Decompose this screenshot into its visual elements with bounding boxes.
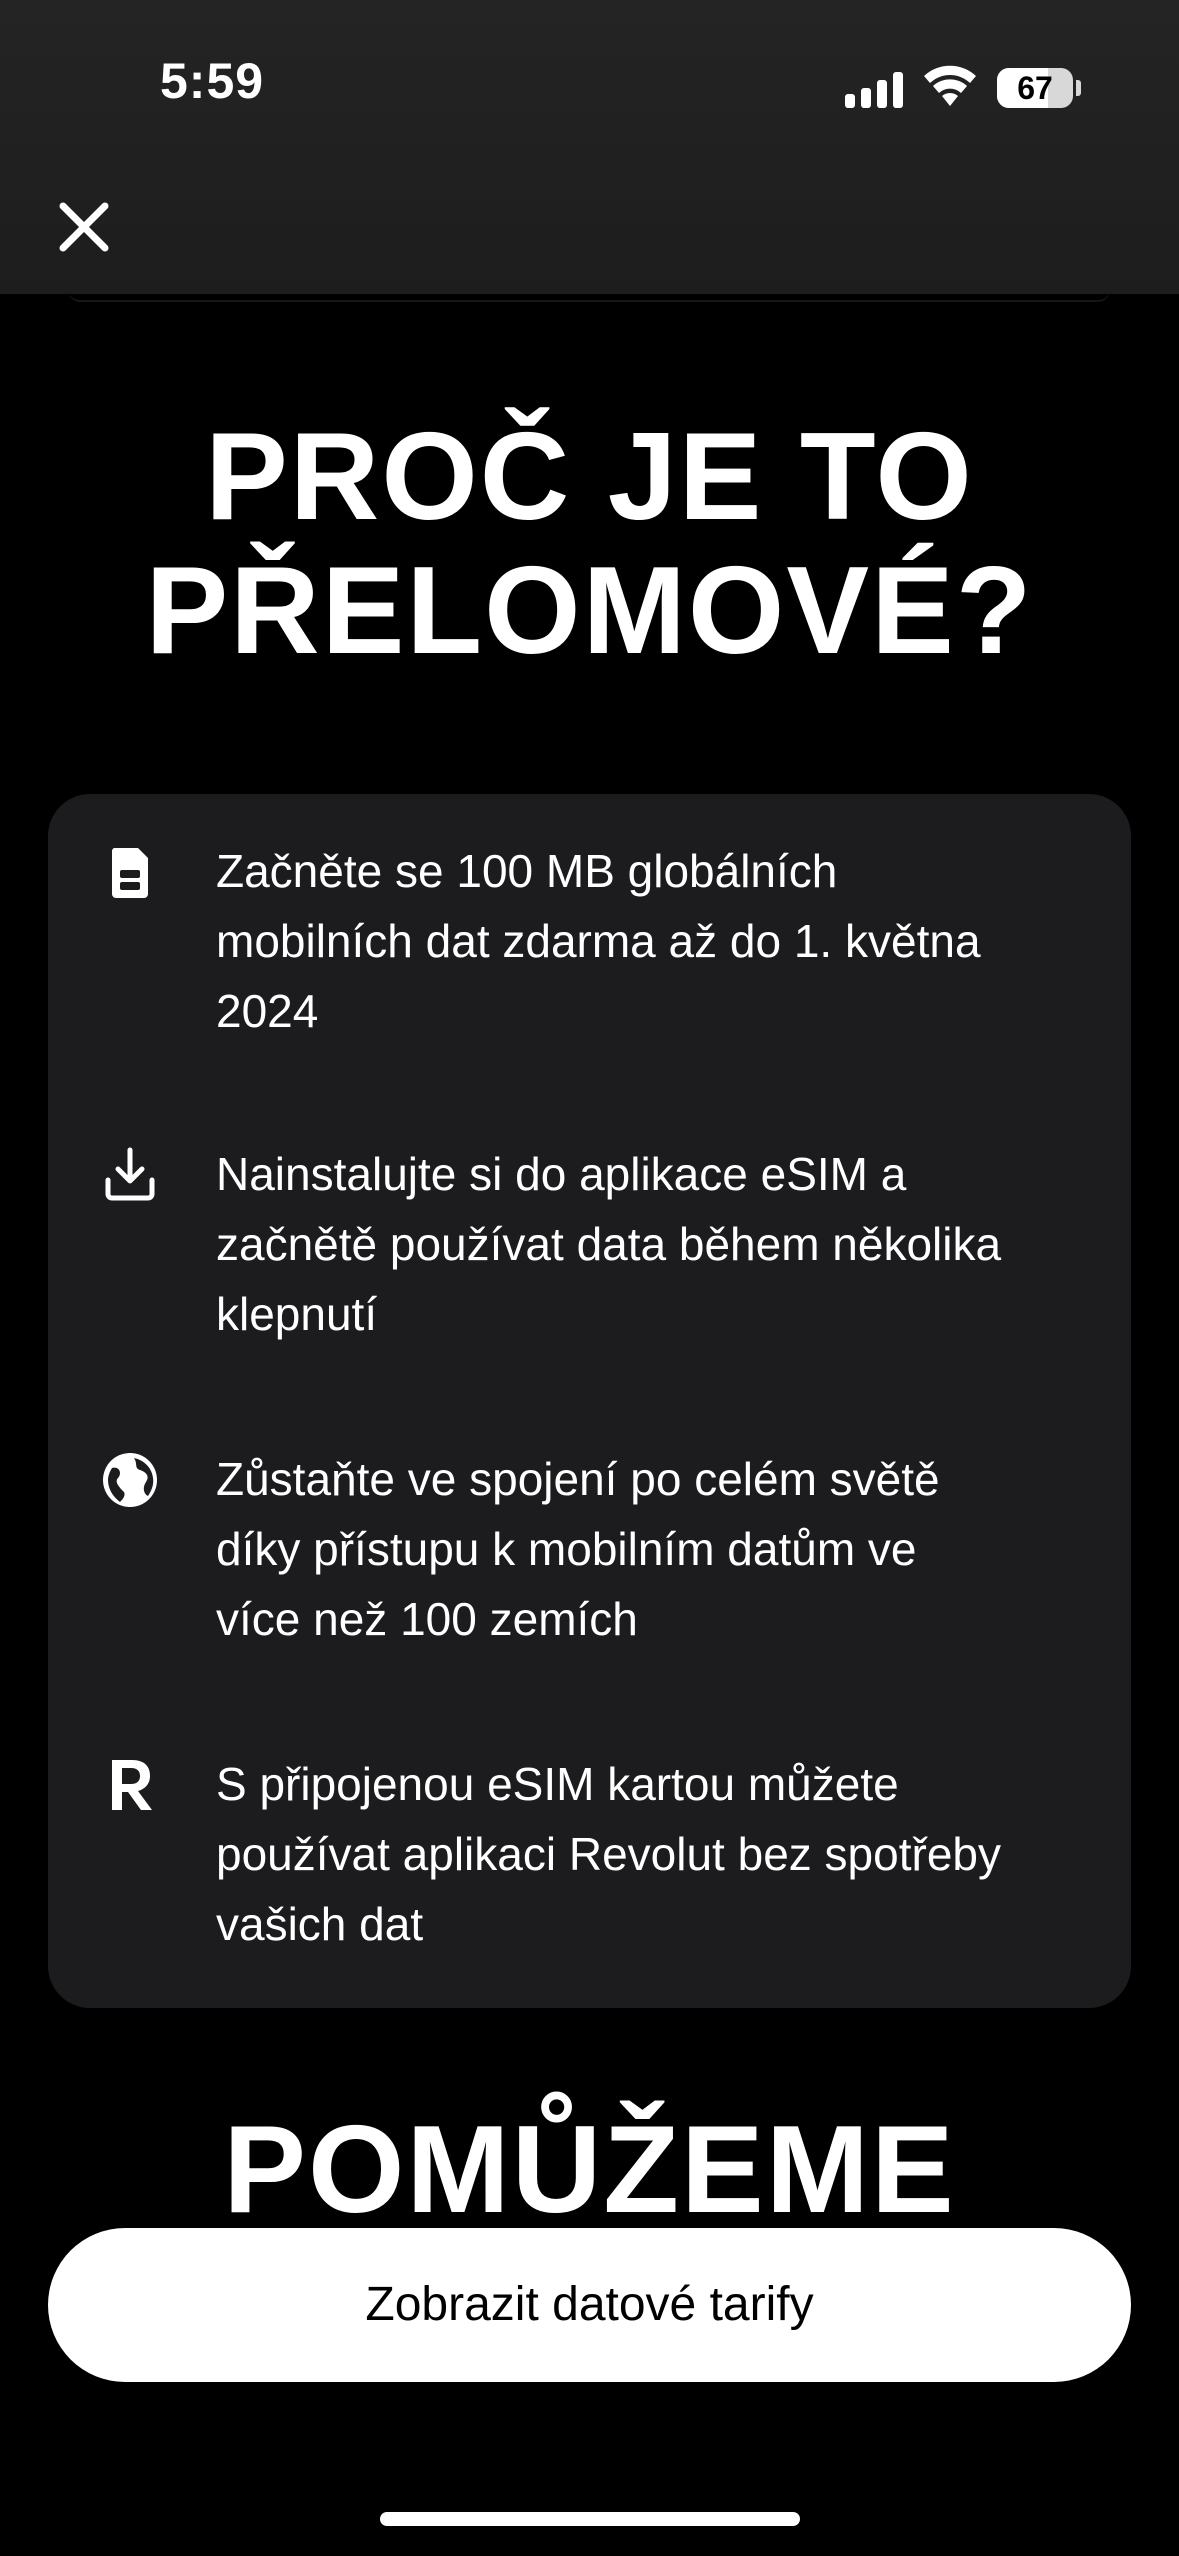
section-heading: POMŮŽEME [223,2101,956,2239]
view-data-plans-button[interactable]: Zobrazit datové tarify [48,2228,1131,2382]
feature-text-line: více než 100 zemích [216,1593,638,1645]
features-card: Začněte se 100 MB globálních mobilních d… [48,794,1131,2008]
feature-text-line: začnětě používat data během několika [216,1218,1002,1270]
feature-global-coverage: Zůstaňte ve spojení po celém světě díky … [216,1444,1136,1654]
feature-text-line: mobilních dat zdarma až do 1. května [216,915,981,967]
feature-text-line: S připojenou eSIM kartou můžete [216,1758,899,1810]
wifi-icon [924,65,976,106]
previous-card-edge [68,290,1110,302]
status-time: 5:59 [160,53,265,109]
feature-text-line: díky přístupu k mobilním datům ve [216,1523,917,1575]
feature-free-data: Začněte se 100 MB globálních mobilních d… [216,836,1136,1046]
page-title: PROČ JE TO PŘELOMOVÉ? [0,410,1179,678]
sim-card-icon [111,848,148,898]
feature-text-line: 2024 [216,985,319,1037]
battery-icon: 67 [997,68,1073,108]
feature-install-esim: Nainstalujte si do aplikace eSIM a začně… [216,1139,1136,1349]
battery-percentage: 67 [1017,70,1053,106]
home-indicator[interactable] [380,2512,800,2526]
feature-text-line: Začněte se 100 MB globálních [216,845,838,897]
revolut-logo-icon [112,1760,152,1810]
feature-text-line: klepnutí [216,1288,378,1340]
feature-text-line: Zůstaňte ve spojení po celém světě [216,1453,940,1505]
globe-icon [103,1453,157,1507]
cellular-signal-icon [845,70,905,108]
feature-text-line: Nainstalujte si do aplikace eSIM a [216,1148,907,1200]
page-title-line1: PROČ JE TO [205,408,974,546]
close-icon[interactable] [55,198,113,256]
page-title-line2: PŘELOMOVÉ? [145,542,1034,680]
download-icon [105,1147,155,1201]
nav-bar [0,172,1179,294]
battery-tip [1076,80,1081,96]
feature-text-line: vašich dat [216,1898,424,1950]
faded-heading-remnant [0,2424,1179,2464]
feature-revolut-no-data: S připojenou eSIM kartou můžete používat… [216,1749,1136,1959]
feature-text-line: používat aplikaci Revolut bez spotřeby [216,1828,1001,1880]
